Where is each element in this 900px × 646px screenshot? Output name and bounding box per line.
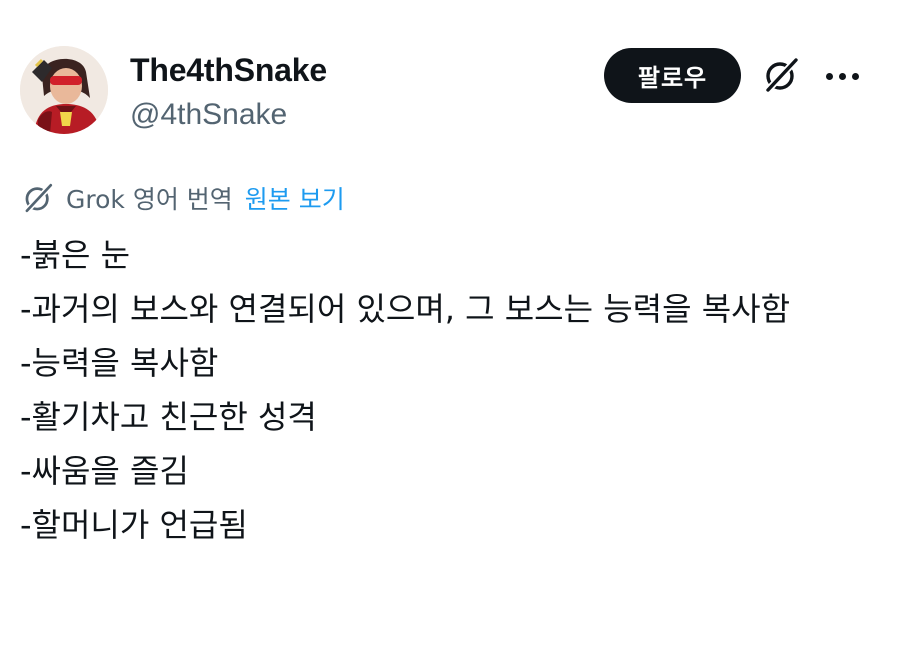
post-line: -붉은 눈 [20,236,131,274]
post-line: -과거의 보스와 연결되어 있으며, 그 보스는 능력을 복사함 [20,290,791,328]
grok-icon [766,58,798,92]
grok-translate-icon [20,180,56,216]
show-original-link[interactable]: 원본 보기 [245,180,345,216]
more-horizontal-icon [825,72,833,80]
more-horizontal-icon-dot [838,72,846,80]
post-header: The4thSnake @4thSnake 팔로우 [0,0,900,150]
post-line: -할머니가 언급됨 [20,506,248,544]
display-name[interactable]: The4thSnake [130,52,327,88]
avatar-image [20,46,108,134]
avatar[interactable] [20,46,108,134]
post-line: -싸움을 즐김 [20,452,189,490]
post-text: -붉은 눈 -과거의 보스와 연결되어 있으며, 그 보스는 능력을 복사함 -… [20,228,860,552]
translation-bar: Grok 영어 번역 원본 보기 [20,178,345,218]
post-line: -활기차고 친근한 성격 [20,398,317,436]
more-horizontal-icon-dot [851,72,859,80]
follow-button[interactable]: 팔로우 [604,48,741,103]
user-handle[interactable]: @4thSnake [130,98,327,132]
user-info[interactable]: The4thSnake @4thSnake [130,52,327,132]
post-line: -능력을 복사함 [20,344,219,382]
more-options-button[interactable] [820,56,864,96]
grok-button[interactable] [758,52,804,98]
translation-label: Grok 영어 번역 [66,185,233,214]
